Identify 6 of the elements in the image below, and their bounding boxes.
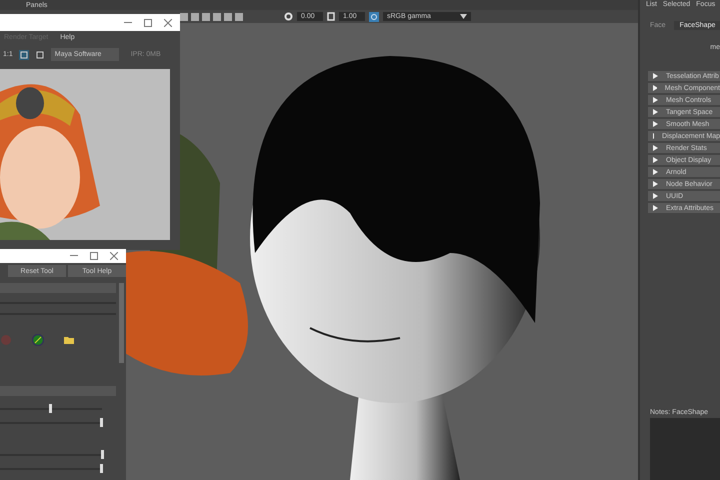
notes-field[interactable] [650, 418, 720, 480]
gamma-icon[interactable] [327, 12, 335, 21]
minimize-icon[interactable] [124, 22, 132, 24]
caret-icon [460, 14, 467, 19]
color-management-icon[interactable] [369, 12, 379, 22]
gear-icon[interactable] [284, 12, 293, 21]
